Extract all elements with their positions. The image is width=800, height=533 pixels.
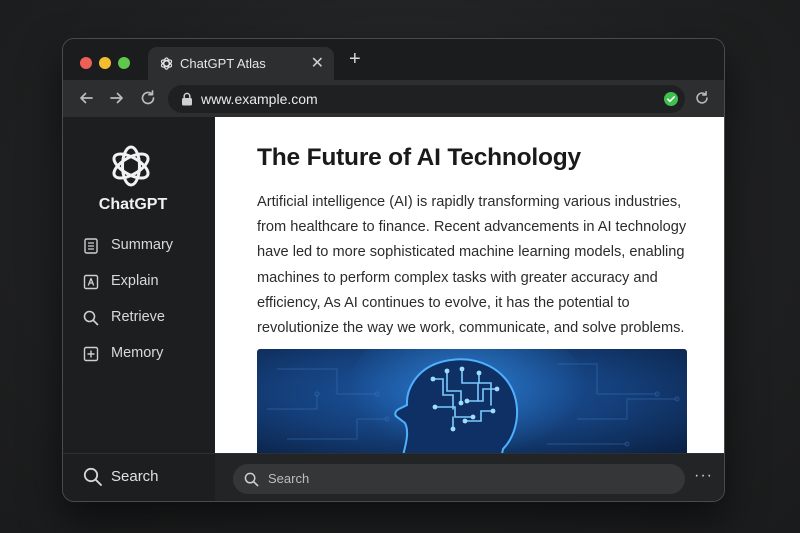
- search-icon: [83, 310, 99, 326]
- tab-close-icon[interactable]: ✕: [311, 53, 324, 73]
- sidebar-search-label: Search: [111, 468, 159, 485]
- lock-icon: [182, 92, 192, 106]
- ai-head-illustration: [257, 349, 687, 453]
- sidebar-item-explain[interactable]: Explain: [83, 271, 203, 295]
- reload-page-icon[interactable]: [693, 89, 711, 107]
- brand-name: ChatGPT: [98, 196, 168, 213]
- more-options-icon[interactable]: ···: [694, 467, 713, 485]
- reload-icon[interactable]: [138, 88, 158, 108]
- article-title: The Future of AI Technology: [257, 144, 581, 171]
- maximize-window-button[interactable]: [118, 57, 130, 69]
- web-page-content: The Future of AI Technology Artificial i…: [215, 117, 724, 453]
- sidebar-item-memory[interactable]: Memory: [83, 343, 203, 367]
- plus-box-icon: [83, 346, 99, 362]
- minimize-window-button[interactable]: [99, 57, 111, 69]
- openai-logo-icon: [112, 145, 150, 187]
- document-icon: [84, 238, 98, 254]
- navigation-toolbar: www.example.com: [63, 80, 724, 117]
- sidebar-item-label: Summary: [111, 237, 174, 253]
- address-bar[interactable]: www.example.com: [168, 85, 685, 113]
- search-icon: [244, 472, 259, 487]
- browser-window: ChatGPT Atlas ✕ + www.example.com ChatGP…: [62, 38, 725, 502]
- sidebar-search-button[interactable]: Search: [63, 453, 215, 501]
- url-text: www.example.com: [201, 91, 318, 107]
- sidebar-item-label: Memory: [111, 345, 164, 361]
- sidebar-item-label: Explain: [111, 273, 159, 289]
- back-arrow-icon[interactable]: [76, 88, 96, 108]
- tab-chatgpt-atlas[interactable]: ChatGPT Atlas ✕: [148, 47, 334, 80]
- new-tab-button[interactable]: +: [349, 49, 361, 69]
- tab-bar: ChatGPT Atlas ✕ +: [63, 39, 724, 80]
- chatgpt-sidebar: ChatGPT Summary Explain Retrieve Memory …: [63, 117, 215, 501]
- article-body: Artificial intelligence (AI) is rapidly …: [257, 194, 687, 337]
- secure-check-icon: [664, 92, 678, 106]
- search-icon: [83, 467, 102, 486]
- search-placeholder: Search: [268, 471, 310, 486]
- close-window-button[interactable]: [80, 57, 92, 69]
- sidebar-item-summary[interactable]: Summary: [83, 235, 203, 259]
- bottom-search-input[interactable]: Search: [233, 464, 685, 494]
- bottom-search-bar: Search ···: [215, 453, 724, 501]
- sidebar-item-retrieve[interactable]: Retrieve: [83, 307, 203, 331]
- forward-arrow-icon[interactable]: [107, 88, 127, 108]
- letter-a-icon: [83, 274, 99, 290]
- tab-title: ChatGPT Atlas: [180, 56, 266, 71]
- sidebar-item-label: Retrieve: [111, 309, 165, 325]
- openai-logo-icon: [160, 57, 173, 70]
